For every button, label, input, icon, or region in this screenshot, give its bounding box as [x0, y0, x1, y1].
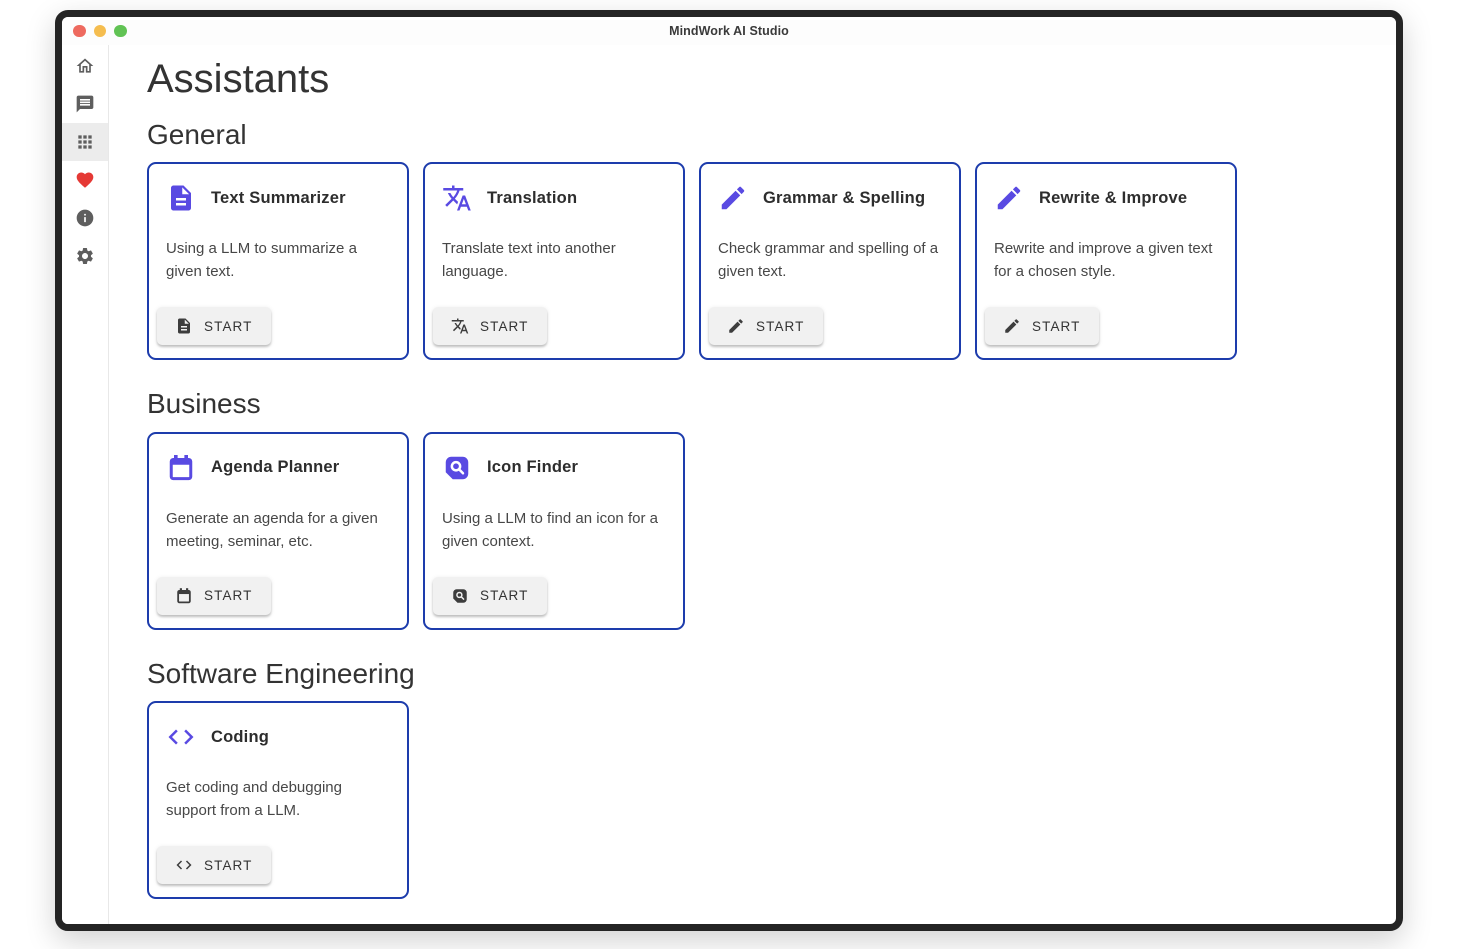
start-button-grammar-spelling[interactable]: START [709, 307, 823, 345]
code-icon [175, 856, 193, 874]
card-header: Agenda Planner [166, 453, 390, 483]
assistant-card-rewrite-improve: Rewrite & Improve Rewrite and improve a … [975, 162, 1237, 360]
card-description: Check grammar and spelling of a given te… [718, 238, 942, 284]
start-button-text-summarizer[interactable]: START [157, 307, 271, 345]
section-title-software-engineering: Software Engineering [147, 656, 1376, 692]
sidebar [62, 45, 109, 924]
start-button-rewrite-improve[interactable]: START [985, 307, 1099, 345]
cards-row-business: Agenda Planner Generate an agenda for a … [147, 432, 1376, 630]
card-description: Translate text into another language. [442, 238, 666, 284]
assistant-card-translation: Translation Translate text into another … [423, 162, 685, 360]
pencil-icon [1003, 317, 1021, 335]
start-button-icon-finder[interactable]: START [433, 577, 547, 615]
start-button-label: START [756, 319, 805, 334]
calendar-icon [166, 453, 196, 483]
window-title: MindWork AI Studio [669, 24, 789, 38]
assistant-card-coding: Coding Get coding and debugging support … [147, 701, 409, 899]
cards-row-software-engineering: Coding Get coding and debugging support … [147, 701, 1376, 899]
card-header: Translation [442, 183, 666, 213]
icon-search-icon [451, 587, 469, 605]
start-button-label: START [1032, 319, 1081, 334]
card-title: Icon Finder [487, 458, 578, 477]
app-body: Assistants General Text Summarizer Using… [62, 45, 1396, 924]
app-window: MindWork AI Studio Assistants [55, 10, 1403, 931]
start-button-translation[interactable]: START [433, 307, 547, 345]
sidebar-item-about[interactable] [62, 199, 108, 237]
close-window-button[interactable] [73, 25, 86, 38]
sidebar-item-home[interactable] [62, 47, 108, 85]
info-icon [75, 208, 95, 228]
card-header: Coding [166, 722, 390, 752]
section-title-general: General [147, 117, 1376, 153]
apps-grid-icon [75, 132, 95, 152]
start-button-label: START [480, 588, 529, 603]
chat-icon [75, 94, 95, 114]
start-button-agenda-planner[interactable]: START [157, 577, 271, 615]
pencil-icon [727, 317, 745, 335]
cards-row-general: Text Summarizer Using a LLM to summarize… [147, 162, 1376, 360]
card-header: Grammar & Spelling [718, 183, 942, 213]
document-icon [166, 183, 196, 213]
sidebar-item-chats[interactable] [62, 85, 108, 123]
translate-icon [451, 317, 469, 335]
card-title: Translation [487, 189, 577, 208]
icon-search-icon [442, 453, 472, 483]
assistant-card-grammar-spelling: Grammar & Spelling Check grammar and spe… [699, 162, 961, 360]
sidebar-item-supporters[interactable] [62, 161, 108, 199]
assistant-card-text-summarizer: Text Summarizer Using a LLM to summarize… [147, 162, 409, 360]
start-button-label: START [204, 858, 253, 873]
card-description: Generate an agenda for a given meeting, … [166, 508, 390, 554]
card-description: Using a LLM to summarize a given text. [166, 238, 390, 284]
card-header: Text Summarizer [166, 183, 390, 213]
assistant-card-icon-finder: Icon Finder Using a LLM to find an icon … [423, 432, 685, 630]
card-title: Coding [211, 728, 269, 747]
page-title: Assistants [147, 56, 1376, 102]
pencil-icon [994, 183, 1024, 213]
start-button-label: START [204, 319, 253, 334]
card-title: Agenda Planner [211, 458, 339, 477]
gear-icon [75, 246, 95, 266]
start-button-coding[interactable]: START [157, 846, 271, 884]
card-title: Grammar & Spelling [763, 189, 925, 208]
card-title: Rewrite & Improve [1039, 189, 1187, 208]
pencil-icon [718, 183, 748, 213]
card-title: Text Summarizer [211, 189, 346, 208]
sidebar-item-assistants[interactable] [62, 123, 108, 161]
card-description: Using a LLM to find an icon for a given … [442, 508, 666, 554]
card-header: Icon Finder [442, 453, 666, 483]
calendar-icon [175, 587, 193, 605]
main-content: Assistants General Text Summarizer Using… [109, 45, 1396, 924]
heart-icon [75, 170, 95, 190]
document-icon [175, 317, 193, 335]
assistant-card-agenda-planner: Agenda Planner Generate an agenda for a … [147, 432, 409, 630]
home-icon [75, 56, 95, 76]
card-description: Get coding and debugging support from a … [166, 777, 390, 823]
start-button-label: START [204, 588, 253, 603]
sidebar-item-settings[interactable] [62, 237, 108, 275]
code-icon [166, 722, 196, 752]
minimize-window-button[interactable] [94, 25, 107, 38]
translate-icon [442, 183, 472, 213]
start-button-label: START [480, 319, 529, 334]
title-bar: MindWork AI Studio [62, 17, 1396, 45]
traffic-lights [73, 17, 127, 45]
zoom-window-button[interactable] [114, 25, 127, 38]
card-description: Rewrite and improve a given text for a c… [994, 238, 1218, 284]
card-header: Rewrite & Improve [994, 183, 1218, 213]
section-title-business: Business [147, 386, 1376, 422]
